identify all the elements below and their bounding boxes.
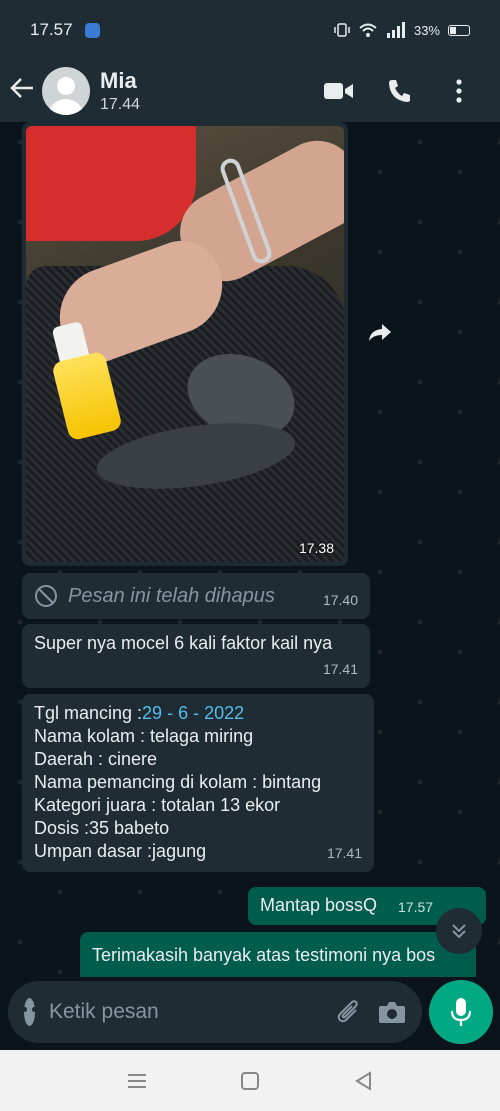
status-time: 17.57 <box>30 20 73 39</box>
phone-icon[interactable] <box>384 76 414 106</box>
signal-icon <box>386 22 405 38</box>
status-bar: 17.57 33% <box>0 0 500 60</box>
date-link[interactable]: 29 - 6 - 2022 <box>142 703 244 723</box>
battery-icon <box>448 24 470 36</box>
microphone-icon <box>450 998 472 1026</box>
message-input[interactable] <box>49 1000 320 1024</box>
message-text: Terimakasih banyak atas testimoni nya bo… <box>92 945 436 965</box>
status-indicators: 33% <box>334 22 470 38</box>
double-chevron-down-icon <box>452 924 466 939</box>
message-line: Tgl mancing :29 - 6 - 2022 <box>34 702 362 725</box>
message-line: Kategori juara : totalan 13 ekor <box>34 795 281 815</box>
emoji-icon[interactable] <box>23 998 36 1026</box>
vibrate-icon <box>334 23 350 37</box>
battery-percent: 33% <box>413 22 440 38</box>
message-line: Nama kolam : telaga miring <box>34 726 254 746</box>
scroll-down-button[interactable] <box>436 908 482 954</box>
blocked-icon <box>35 585 57 607</box>
back-arrow-icon[interactable] <box>2 75 42 108</box>
microphone-button[interactable] <box>429 980 493 1044</box>
message-photo[interactable]: 17.38 <box>26 126 344 562</box>
message-time: 17.40 <box>322 592 358 608</box>
message-text: Mantap bossQ <box>260 895 378 915</box>
message-time: 17.41 <box>326 845 362 861</box>
chat-area[interactable]: 17.38 Pesan ini telah dihapus 17.40 Supe… <box>0 122 500 977</box>
battery-fill <box>450 26 456 34</box>
camera-icon[interactable] <box>378 995 406 1029</box>
deleted-message[interactable]: Pesan ini telah dihapus 17.40 <box>22 573 370 619</box>
last-seen: 17.44 <box>100 96 141 113</box>
video-call-icon[interactable] <box>324 76 354 106</box>
recents-icon[interactable] <box>117 1061 157 1101</box>
notification-icon <box>84 22 100 38</box>
forward-icon[interactable] <box>360 312 400 352</box>
avatar[interactable] <box>42 67 90 115</box>
home-icon[interactable] <box>230 1061 270 1101</box>
attach-icon[interactable] <box>336 995 362 1029</box>
deleted-text: Pesan ini telah dihapus <box>68 584 275 607</box>
message-input-container <box>8 981 422 1043</box>
more-options-icon[interactable] <box>444 76 474 106</box>
message-label: Tgl mancing : <box>34 703 143 723</box>
message-line: Umpan dasar :jagung <box>34 841 207 861</box>
contact-info[interactable]: Mia 17.44 <box>100 68 140 114</box>
chat-header: Mia 17.44 <box>0 60 500 122</box>
message-line: Nama pemancing di kolam : bintang <box>34 772 322 792</box>
message-text: Super nya mocel 6 kali faktor kail nya <box>34 633 333 653</box>
message-line: Dosis :35 babeto <box>34 818 170 838</box>
message-time: 17.38 <box>298 540 334 556</box>
incoming-message[interactable]: Tgl mancing :29 - 6 - 2022 Nama kolam : … <box>22 694 374 872</box>
contact-name: Mia <box>100 68 137 93</box>
incoming-message[interactable]: Super nya mocel 6 kali faktor kail nya 1… <box>22 624 370 688</box>
composer-bar <box>0 977 500 1047</box>
outgoing-message[interactable]: Terimakasih banyak atas testimoni nya bo… <box>80 932 476 977</box>
photo-message[interactable]: 17.38 <box>22 122 348 566</box>
back-icon[interactable] <box>343 1061 383 1101</box>
message-time: 17.57 <box>398 899 434 915</box>
message-line: Daerah : cinere <box>34 749 158 769</box>
message-time: 17.41 <box>322 661 358 677</box>
wifi-icon <box>359 23 377 37</box>
system-nav-bar <box>0 1050 500 1111</box>
